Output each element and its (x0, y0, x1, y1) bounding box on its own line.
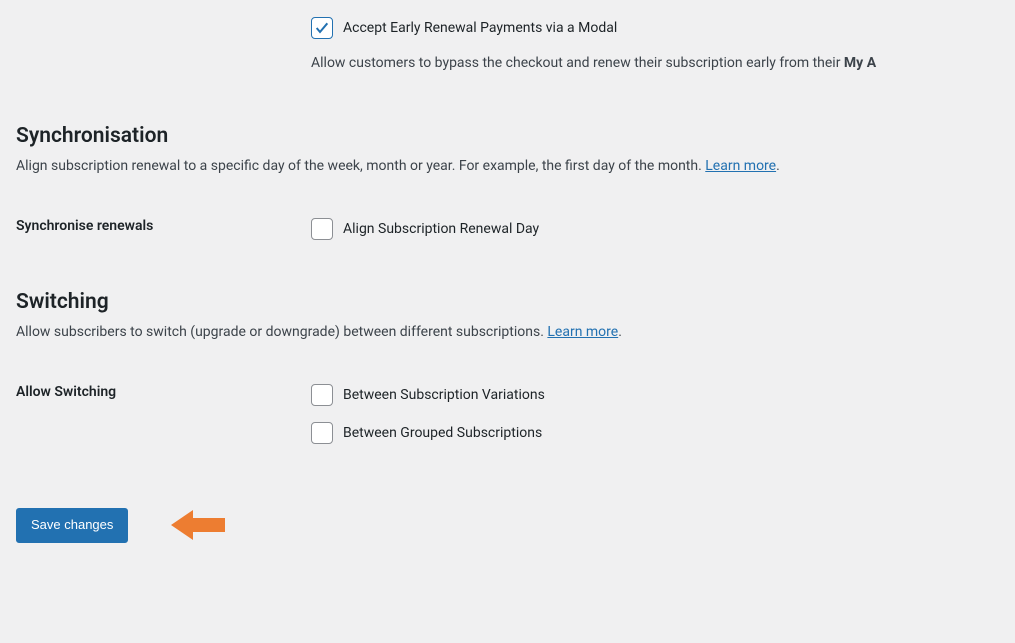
between-variations-label: Between Subscription Variations (343, 387, 545, 403)
align-renewal-day-option[interactable]: Align Subscription Renewal Day (311, 218, 999, 240)
accept-early-renewal-modal-option[interactable]: Accept Early Renewal Payments via a Moda… (311, 17, 999, 39)
synchronise-renewals-label: Synchronise renewals (16, 218, 311, 234)
early-renewal-description: Allow customers to bypass the checkout a… (311, 55, 999, 71)
synchronisation-description: Align subscription renewal to a specific… (16, 158, 999, 174)
synchronisation-heading: Synchronisation (16, 124, 999, 148)
between-variations-option[interactable]: Between Subscription Variations (311, 384, 999, 406)
early-renewal-field-col: Accept Early Renewal Payments via a Moda… (311, 17, 999, 71)
between-variations-checkbox[interactable] (311, 384, 333, 406)
between-grouped-label: Between Grouped Subscriptions (343, 425, 542, 441)
synchronise-renewals-field: Align Subscription Renewal Day (311, 218, 999, 240)
accept-early-renewal-modal-checkbox[interactable] (311, 17, 333, 39)
between-grouped-checkbox[interactable] (311, 422, 333, 444)
align-renewal-day-label: Align Subscription Renewal Day (343, 221, 539, 237)
switching-learn-more-link[interactable]: Learn more (547, 324, 618, 340)
arrow-annotation-icon (171, 508, 225, 542)
allow-switching-field: Between Subscription Variations Between … (311, 384, 999, 444)
align-renewal-day-checkbox[interactable] (311, 218, 333, 240)
save-changes-button[interactable]: Save changes (16, 508, 128, 543)
between-grouped-option[interactable]: Between Grouped Subscriptions (311, 422, 999, 444)
save-area: Save changes (16, 508, 999, 543)
allow-switching-row: Allow Switching Between Subscription Var… (16, 384, 999, 444)
accept-early-renewal-modal-label: Accept Early Renewal Payments via a Moda… (343, 20, 617, 36)
synchronise-renewals-row: Synchronise renewals Align Subscription … (16, 218, 999, 240)
allow-switching-label: Allow Switching (16, 384, 311, 400)
switching-heading: Switching (16, 290, 999, 314)
switching-description: Allow subscribers to switch (upgrade or … (16, 324, 999, 340)
synchronisation-learn-more-link[interactable]: Learn more (705, 158, 776, 174)
checkmark-icon (314, 20, 330, 36)
early-renewal-row: Accept Early Renewal Payments via a Moda… (16, 17, 999, 71)
